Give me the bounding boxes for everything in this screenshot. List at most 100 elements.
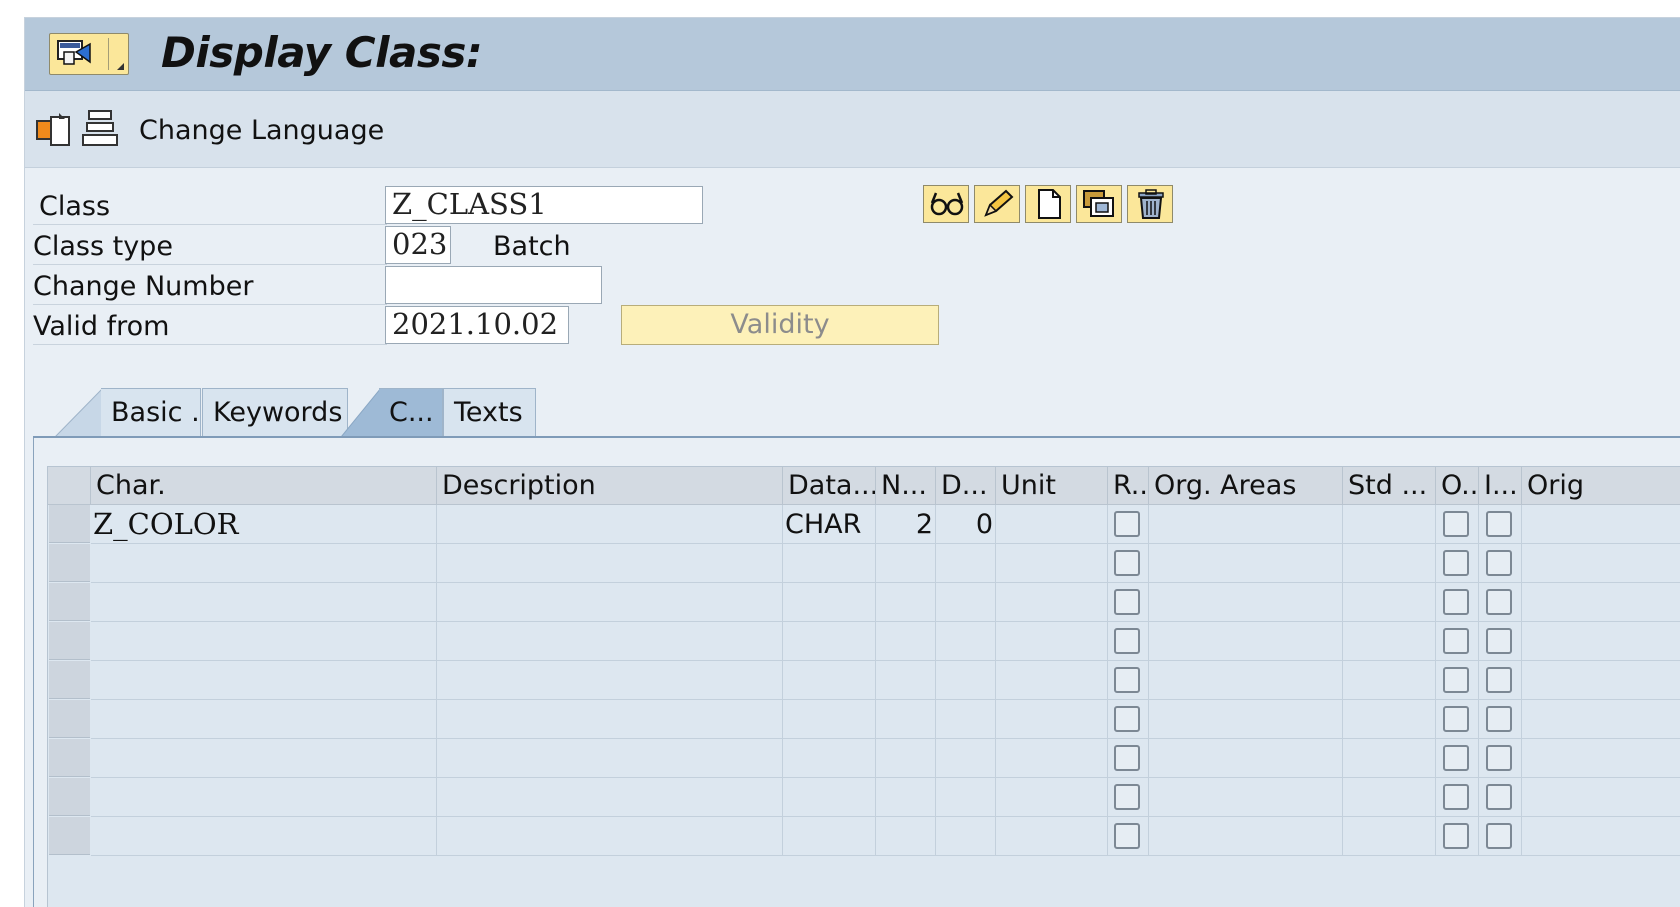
cell-decimals[interactable] — [936, 583, 996, 622]
cell-data-type[interactable]: CHAR — [783, 505, 876, 544]
tab-texts[interactable]: Texts — [443, 388, 536, 436]
checkbox-o[interactable] — [1443, 784, 1469, 810]
row-selector[interactable] — [49, 778, 90, 816]
checkbox-r[interactable] — [1114, 511, 1140, 537]
column-header-char[interactable]: Char. — [91, 467, 437, 505]
cell-description[interactable] — [437, 661, 783, 700]
checkbox-o[interactable] — [1443, 667, 1469, 693]
cell-unit[interactable] — [996, 505, 1108, 544]
cell-unit[interactable] — [996, 622, 1108, 661]
cell-description[interactable] — [437, 739, 783, 778]
tab-characteristics[interactable]: C... — [379, 388, 443, 436]
checkbox-o[interactable] — [1443, 589, 1469, 615]
cell-decimals[interactable] — [936, 817, 996, 856]
checkbox-r[interactable] — [1114, 589, 1140, 615]
cell-decimals[interactable] — [936, 700, 996, 739]
cell-num-chars[interactable] — [876, 817, 936, 856]
tab-basic-data[interactable]: Basic ... — [101, 388, 201, 436]
hierarchy-icon[interactable] — [81, 109, 121, 149]
delete-button[interactable] — [1127, 185, 1173, 223]
cell-description[interactable] — [437, 583, 783, 622]
valid-from-input[interactable]: 2021.10.02 — [385, 306, 569, 344]
checkbox-i[interactable] — [1486, 628, 1512, 654]
checkbox-r[interactable] — [1114, 784, 1140, 810]
cell-orig[interactable] — [1522, 778, 1680, 817]
checkbox-r[interactable] — [1114, 823, 1140, 849]
cell-std[interactable] — [1343, 739, 1436, 778]
cell-org-areas[interactable] — [1149, 778, 1343, 817]
cell-org-areas[interactable] — [1149, 583, 1343, 622]
row-selector[interactable] — [49, 817, 90, 855]
cell-data-type[interactable] — [783, 739, 876, 778]
cell-num-chars[interactable]: 2 — [876, 505, 936, 544]
checkbox-i[interactable] — [1486, 745, 1512, 771]
checkbox-o[interactable] — [1443, 823, 1469, 849]
copy-button[interactable] — [1076, 185, 1122, 223]
cell-num-chars[interactable] — [876, 700, 936, 739]
checkbox-i[interactable] — [1486, 823, 1512, 849]
cell-num-chars[interactable] — [876, 661, 936, 700]
cell-char[interactable] — [91, 544, 437, 583]
class-input[interactable]: Z_CLASS1 — [385, 186, 703, 224]
cell-org-areas[interactable] — [1149, 817, 1343, 856]
column-header-decimals[interactable]: D... — [936, 467, 996, 505]
cell-char[interactable]: Z_COLOR — [91, 505, 437, 544]
cell-num-chars[interactable] — [876, 583, 936, 622]
cell-num-chars[interactable] — [876, 622, 936, 661]
checkbox-r[interactable] — [1114, 745, 1140, 771]
column-header-o[interactable]: O.. — [1436, 467, 1479, 505]
checkbox-i[interactable] — [1486, 511, 1512, 537]
cell-std[interactable] — [1343, 778, 1436, 817]
cell-data-type[interactable] — [783, 544, 876, 583]
column-header-std[interactable]: Std ... — [1343, 467, 1436, 505]
create-button[interactable] — [1025, 185, 1071, 223]
cell-orig[interactable] — [1522, 739, 1680, 778]
cell-org-areas[interactable] — [1149, 700, 1343, 739]
cell-org-areas[interactable] — [1149, 622, 1343, 661]
checkbox-o[interactable] — [1443, 550, 1469, 576]
checkbox-i[interactable] — [1486, 784, 1512, 810]
cell-unit[interactable] — [996, 700, 1108, 739]
change-language-button[interactable]: Change Language — [139, 115, 384, 146]
checkbox-r[interactable] — [1114, 628, 1140, 654]
cell-char[interactable] — [91, 661, 437, 700]
checkbox-i[interactable] — [1486, 550, 1512, 576]
cell-data-type[interactable] — [783, 778, 876, 817]
cell-std[interactable] — [1343, 505, 1436, 544]
cell-unit[interactable] — [996, 544, 1108, 583]
cell-unit[interactable] — [996, 817, 1108, 856]
system-menu-button[interactable] — [49, 33, 129, 75]
cell-std[interactable] — [1343, 700, 1436, 739]
checkbox-o[interactable] — [1443, 628, 1469, 654]
column-header-num-chars[interactable]: N... — [876, 467, 936, 505]
cell-num-chars[interactable] — [876, 739, 936, 778]
cell-decimals[interactable]: 0 — [936, 505, 996, 544]
cell-unit[interactable] — [996, 739, 1108, 778]
display-button[interactable] — [923, 185, 969, 223]
cell-description[interactable] — [437, 544, 783, 583]
checkbox-i[interactable] — [1486, 667, 1512, 693]
column-header-r[interactable]: R.. — [1108, 467, 1149, 505]
column-header-i[interactable]: I... — [1479, 467, 1522, 505]
tab-keywords[interactable]: Keywords — [202, 388, 348, 436]
cell-description[interactable] — [437, 622, 783, 661]
cell-char[interactable] — [91, 622, 437, 661]
row-selector[interactable] — [49, 544, 90, 582]
cell-data-type[interactable] — [783, 700, 876, 739]
class-type-input[interactable]: 023 — [385, 226, 451, 264]
checkbox-r[interactable] — [1114, 706, 1140, 732]
column-header-org-areas[interactable]: Org. Areas — [1149, 467, 1343, 505]
switch-object-icon[interactable] — [35, 109, 75, 149]
cell-orig[interactable] — [1522, 700, 1680, 739]
cell-description[interactable] — [437, 700, 783, 739]
column-header-orig[interactable]: Orig — [1522, 467, 1680, 505]
change-number-input[interactable] — [385, 266, 602, 304]
cell-num-chars[interactable] — [876, 778, 936, 817]
cell-decimals[interactable] — [936, 778, 996, 817]
cell-decimals[interactable] — [936, 661, 996, 700]
change-button[interactable] — [974, 185, 1020, 223]
checkbox-o[interactable] — [1443, 745, 1469, 771]
cell-std[interactable] — [1343, 817, 1436, 856]
cell-org-areas[interactable] — [1149, 739, 1343, 778]
validity-button[interactable]: Validity — [621, 305, 939, 345]
